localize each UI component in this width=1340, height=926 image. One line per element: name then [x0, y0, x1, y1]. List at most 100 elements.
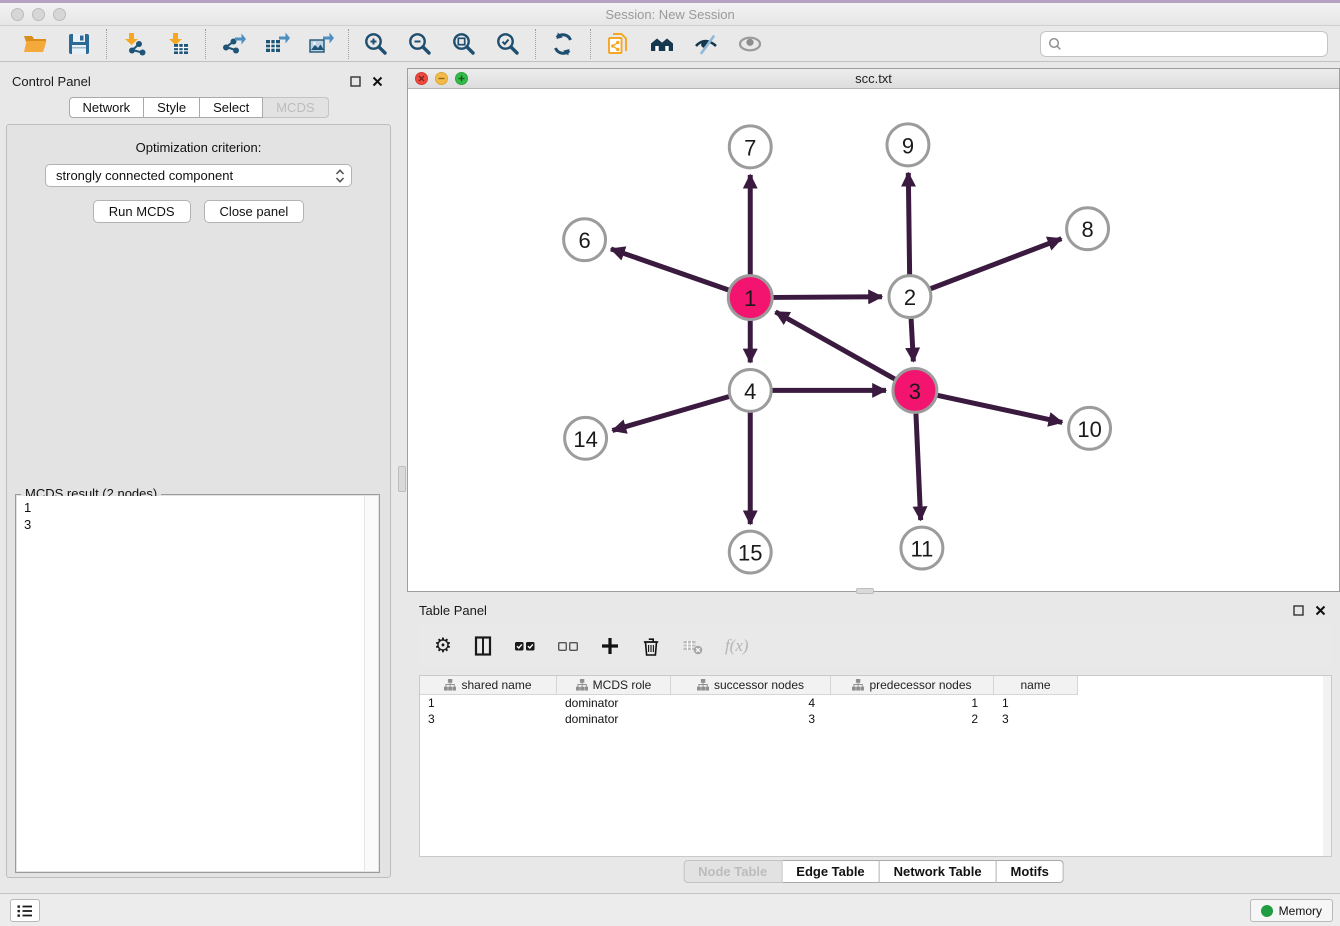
edge-2-8[interactable] [930, 239, 1061, 289]
close-panel-button[interactable]: Close panel [204, 200, 305, 223]
import-table-icon[interactable] [164, 30, 192, 58]
edge-3-10[interactable] [937, 395, 1062, 422]
table-cell[interactable]: 1 [831, 696, 994, 710]
save-session-icon[interactable] [65, 30, 93, 58]
node-4[interactable]: 4 [729, 369, 771, 411]
column-header-successor-nodes[interactable]: successor nodes [671, 676, 831, 695]
minimize-window-button[interactable] [32, 8, 45, 21]
task-history-button[interactable] [10, 899, 40, 922]
horizontal-splitter-handle[interactable] [856, 588, 874, 594]
table-cell[interactable]: 2 [831, 712, 994, 726]
table-cell[interactable]: 1 [420, 696, 557, 710]
table-cell[interactable]: 3 [671, 712, 831, 726]
clear-table-icon[interactable] [682, 634, 704, 658]
node-14[interactable]: 14 [565, 417, 607, 459]
export-table-icon[interactable] [263, 30, 291, 58]
table-cell[interactable]: dominator [557, 712, 671, 726]
tab-select[interactable]: Select [200, 97, 263, 118]
network-graph[interactable]: 1 2 3 4 6 7 8 9 10 11 14 15 [408, 90, 1339, 591]
vertical-splitter-handle[interactable] [398, 466, 406, 492]
mcds-result-item[interactable]: 3 [24, 516, 378, 533]
deselect-all-icon[interactable] [557, 634, 579, 658]
mcds-result-item[interactable]: 1 [24, 499, 378, 516]
gear-icon[interactable]: ⚙ [434, 634, 452, 658]
export-network-icon[interactable] [219, 30, 247, 58]
zoom-out-icon[interactable] [406, 30, 434, 58]
tab-style[interactable]: Style [144, 97, 200, 118]
export-image-icon[interactable] [307, 30, 335, 58]
mcds-result-list[interactable]: 13 [17, 496, 378, 871]
maximize-window-button[interactable] [53, 8, 66, 21]
edge-2-3[interactable] [911, 319, 913, 362]
tab-network-table[interactable]: Network Table [880, 860, 997, 883]
network-canvas[interactable]: 1 2 3 4 6 7 8 9 10 11 14 15 [408, 90, 1339, 591]
import-network-icon[interactable] [120, 30, 148, 58]
tab-node-table[interactable]: Node Table [683, 860, 782, 883]
node-10[interactable]: 10 [1069, 407, 1111, 449]
svg-text:2: 2 [904, 285, 916, 310]
tab-network[interactable]: Network [68, 97, 144, 118]
close-panel-icon[interactable] [370, 74, 385, 89]
network-minimize-button[interactable] [435, 72, 448, 85]
edge-3-1[interactable] [775, 312, 894, 379]
open-session-icon[interactable] [21, 30, 49, 58]
column-header-predecessor-nodes[interactable]: predecessor nodes [831, 676, 994, 695]
hide-selected-icon[interactable] [692, 30, 720, 58]
memory-button[interactable]: Memory [1250, 899, 1333, 922]
columns-icon[interactable] [473, 634, 493, 658]
table-row[interactable]: 3dominator323 [420, 711, 1331, 727]
network-maximize-button[interactable] [455, 72, 468, 85]
table-scrollbar[interactable] [1323, 676, 1331, 856]
column-header-MCDS-role[interactable]: MCDS role [557, 676, 671, 695]
search-input[interactable] [1067, 36, 1320, 51]
refresh-layout-icon[interactable] [549, 30, 577, 58]
function-builder-icon[interactable]: f(x) [725, 634, 749, 658]
node-11[interactable]: 11 [901, 527, 943, 569]
add-column-icon[interactable] [600, 634, 620, 658]
edge-3-11[interactable] [916, 413, 921, 520]
search-field[interactable] [1040, 31, 1328, 57]
table-cell[interactable]: 3 [994, 712, 1078, 726]
node-3[interactable]: 3 [893, 368, 937, 412]
zoom-selected-icon[interactable] [494, 30, 522, 58]
network-close-button[interactable] [415, 72, 428, 85]
result-scrollbar[interactable] [364, 496, 378, 871]
edge-1-2[interactable] [773, 297, 882, 298]
criterion-select[interactable]: strongly connected component [45, 164, 352, 187]
node-2[interactable]: 2 [889, 276, 931, 318]
run-mcds-button[interactable]: Run MCDS [93, 200, 191, 223]
select-all-icon[interactable] [514, 634, 536, 658]
close-window-button[interactable] [11, 8, 24, 21]
node-15[interactable]: 15 [729, 531, 771, 573]
tab-motifs[interactable]: Motifs [997, 860, 1064, 883]
node-9[interactable]: 9 [887, 124, 929, 166]
tab-edge-table[interactable]: Edge Table [782, 860, 879, 883]
float-panel-icon[interactable] [348, 74, 363, 89]
table-cell[interactable]: 3 [420, 712, 557, 726]
close-table-panel-icon[interactable] [1313, 603, 1328, 618]
first-neighbors-icon[interactable] [648, 30, 676, 58]
node-1[interactable]: 1 [728, 276, 772, 320]
column-header-shared-name[interactable]: shared name [420, 676, 557, 695]
float-table-panel-icon[interactable] [1291, 603, 1306, 618]
table-row[interactable]: 1dominator411 [420, 695, 1331, 711]
delete-column-icon[interactable] [641, 634, 661, 658]
node-8[interactable]: 8 [1067, 208, 1109, 250]
table-cell[interactable]: dominator [557, 696, 671, 710]
edge-1-6[interactable] [611, 249, 729, 290]
node-7[interactable]: 7 [729, 126, 771, 168]
network-view-window: scc.txt 1234678910111415 [407, 68, 1340, 592]
node-6[interactable]: 6 [564, 219, 606, 261]
show-all-icon[interactable] [736, 30, 764, 58]
copy-network-icon[interactable] [604, 30, 632, 58]
zoom-fit-icon[interactable] [450, 30, 478, 58]
column-header-name[interactable]: name [994, 676, 1078, 695]
svg-text:3: 3 [909, 379, 921, 404]
zoom-in-icon[interactable] [362, 30, 390, 58]
table-cell[interactable]: 1 [994, 696, 1078, 710]
tab-mcds[interactable]: MCDS [263, 97, 328, 118]
table-cell[interactable]: 4 [671, 696, 831, 710]
edge-2-9[interactable] [908, 173, 909, 275]
edge-4-14[interactable] [612, 397, 729, 431]
memory-label: Memory [1279, 904, 1322, 918]
